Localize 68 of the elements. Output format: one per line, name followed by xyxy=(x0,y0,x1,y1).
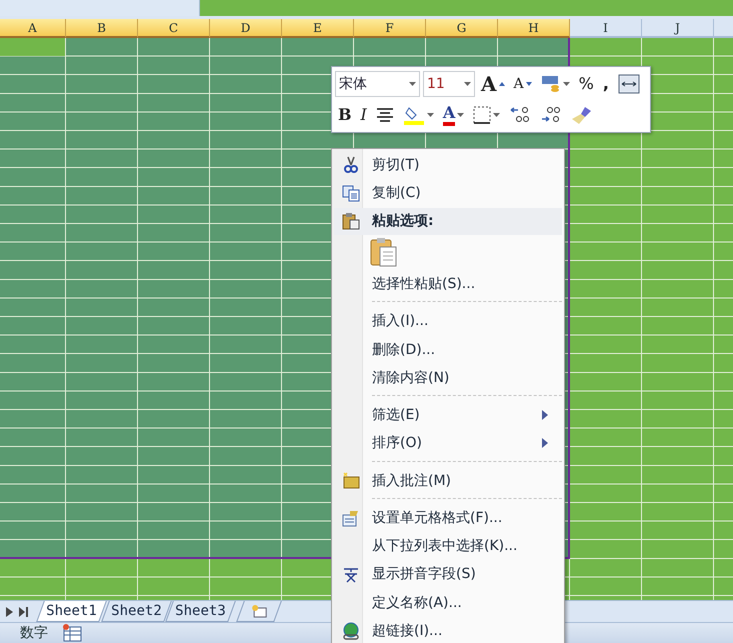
column-header[interactable]: B xyxy=(66,19,138,38)
submenu-arrow-icon xyxy=(542,438,548,448)
column-header[interactable]: D xyxy=(210,19,282,38)
grow-font-button[interactable]: A xyxy=(478,70,508,96)
new-sheet-icon xyxy=(250,604,267,618)
menu-item[interactable]: 复制(C) xyxy=(334,179,562,208)
font-color-button[interactable]: A xyxy=(440,102,468,128)
status-mode: 数字 xyxy=(20,624,48,642)
menu-item[interactable]: 排序(O) xyxy=(334,429,562,458)
menu-item[interactable]: 超链接(I)... xyxy=(334,616,562,643)
clipboard-icon xyxy=(342,212,360,230)
column-header[interactable]: C xyxy=(138,19,210,38)
menu-item[interactable]: 设置单元格格式(F)... xyxy=(334,504,562,532)
italic-button[interactable]: I xyxy=(358,102,370,128)
note-icon xyxy=(342,472,360,490)
caret-icon xyxy=(493,112,500,116)
up-triangle-icon xyxy=(498,82,505,86)
format-cells-icon xyxy=(342,508,360,527)
column-header[interactable]: E xyxy=(282,19,354,38)
paintbrush-icon xyxy=(571,104,594,124)
caret-icon xyxy=(409,82,416,86)
border-icon xyxy=(473,106,492,124)
last-sheet-icon xyxy=(19,606,28,616)
column-header[interactable]: G xyxy=(426,19,498,38)
sheet-tab[interactable]: Sheet1 xyxy=(36,601,106,622)
menu-item[interactable]: 筛选(E) xyxy=(334,400,562,430)
column-header[interactable]: H xyxy=(498,19,570,38)
menu-item[interactable]: 选择性粘贴(S)... xyxy=(334,270,562,298)
font-name-field[interactable]: 宋体 xyxy=(335,70,420,96)
money-icon xyxy=(540,74,561,94)
percent-button[interactable]: % xyxy=(576,70,597,96)
column-header[interactable]: F xyxy=(354,19,426,38)
scissors-icon xyxy=(342,156,360,174)
menu-item[interactable]: 定义名称(A)... xyxy=(334,588,562,617)
menu-item[interactable]: 显示拼音字段(S) xyxy=(334,560,562,588)
sheet-tab[interactable]: Sheet3 xyxy=(165,601,236,622)
caret-icon xyxy=(562,82,570,86)
increase-decimal-icon xyxy=(509,104,532,124)
next-sheet-icon xyxy=(6,606,13,616)
globe-link-icon xyxy=(342,622,360,640)
paint-bucket-icon xyxy=(402,104,425,124)
merge-cells-icon xyxy=(618,74,640,94)
caret-icon xyxy=(426,112,434,116)
menu-item[interactable]: 插入批注(M) xyxy=(334,466,562,495)
active-cell[interactable] xyxy=(0,38,65,56)
caret-icon xyxy=(464,82,471,86)
decrease-decimal-icon xyxy=(540,104,562,124)
comma-button[interactable]: , xyxy=(600,70,612,96)
sheet-tab[interactable]: Sheet2 xyxy=(100,601,171,622)
column-header[interactable]: I xyxy=(570,19,642,38)
menu-section-header: 粘贴选项: xyxy=(334,208,562,235)
align-center-icon xyxy=(376,106,394,124)
menu-item[interactable]: 清除内容(N) xyxy=(334,364,562,392)
bold-button[interactable]: B xyxy=(335,102,355,128)
menu-item[interactable]: 删除(D)... xyxy=(334,336,562,364)
paste-icon xyxy=(370,237,398,268)
copy-icon xyxy=(342,184,360,202)
submenu-arrow-icon xyxy=(542,410,548,420)
font-size-field[interactable]: 11 xyxy=(423,70,475,96)
down-triangle-icon xyxy=(526,82,532,86)
column-header[interactable]: J xyxy=(642,19,714,38)
caret-icon xyxy=(457,112,464,116)
menu-item[interactable]: 剪切(T) xyxy=(334,151,562,180)
menu-item[interactable]: 从下拉列表中选择(K)... xyxy=(334,532,562,560)
normal-view-icon xyxy=(62,624,82,642)
shrink-font-button[interactable]: A xyxy=(510,70,535,96)
column-header[interactable]: A xyxy=(0,19,66,38)
menu-item[interactable]: 插入(I)... xyxy=(334,307,562,336)
